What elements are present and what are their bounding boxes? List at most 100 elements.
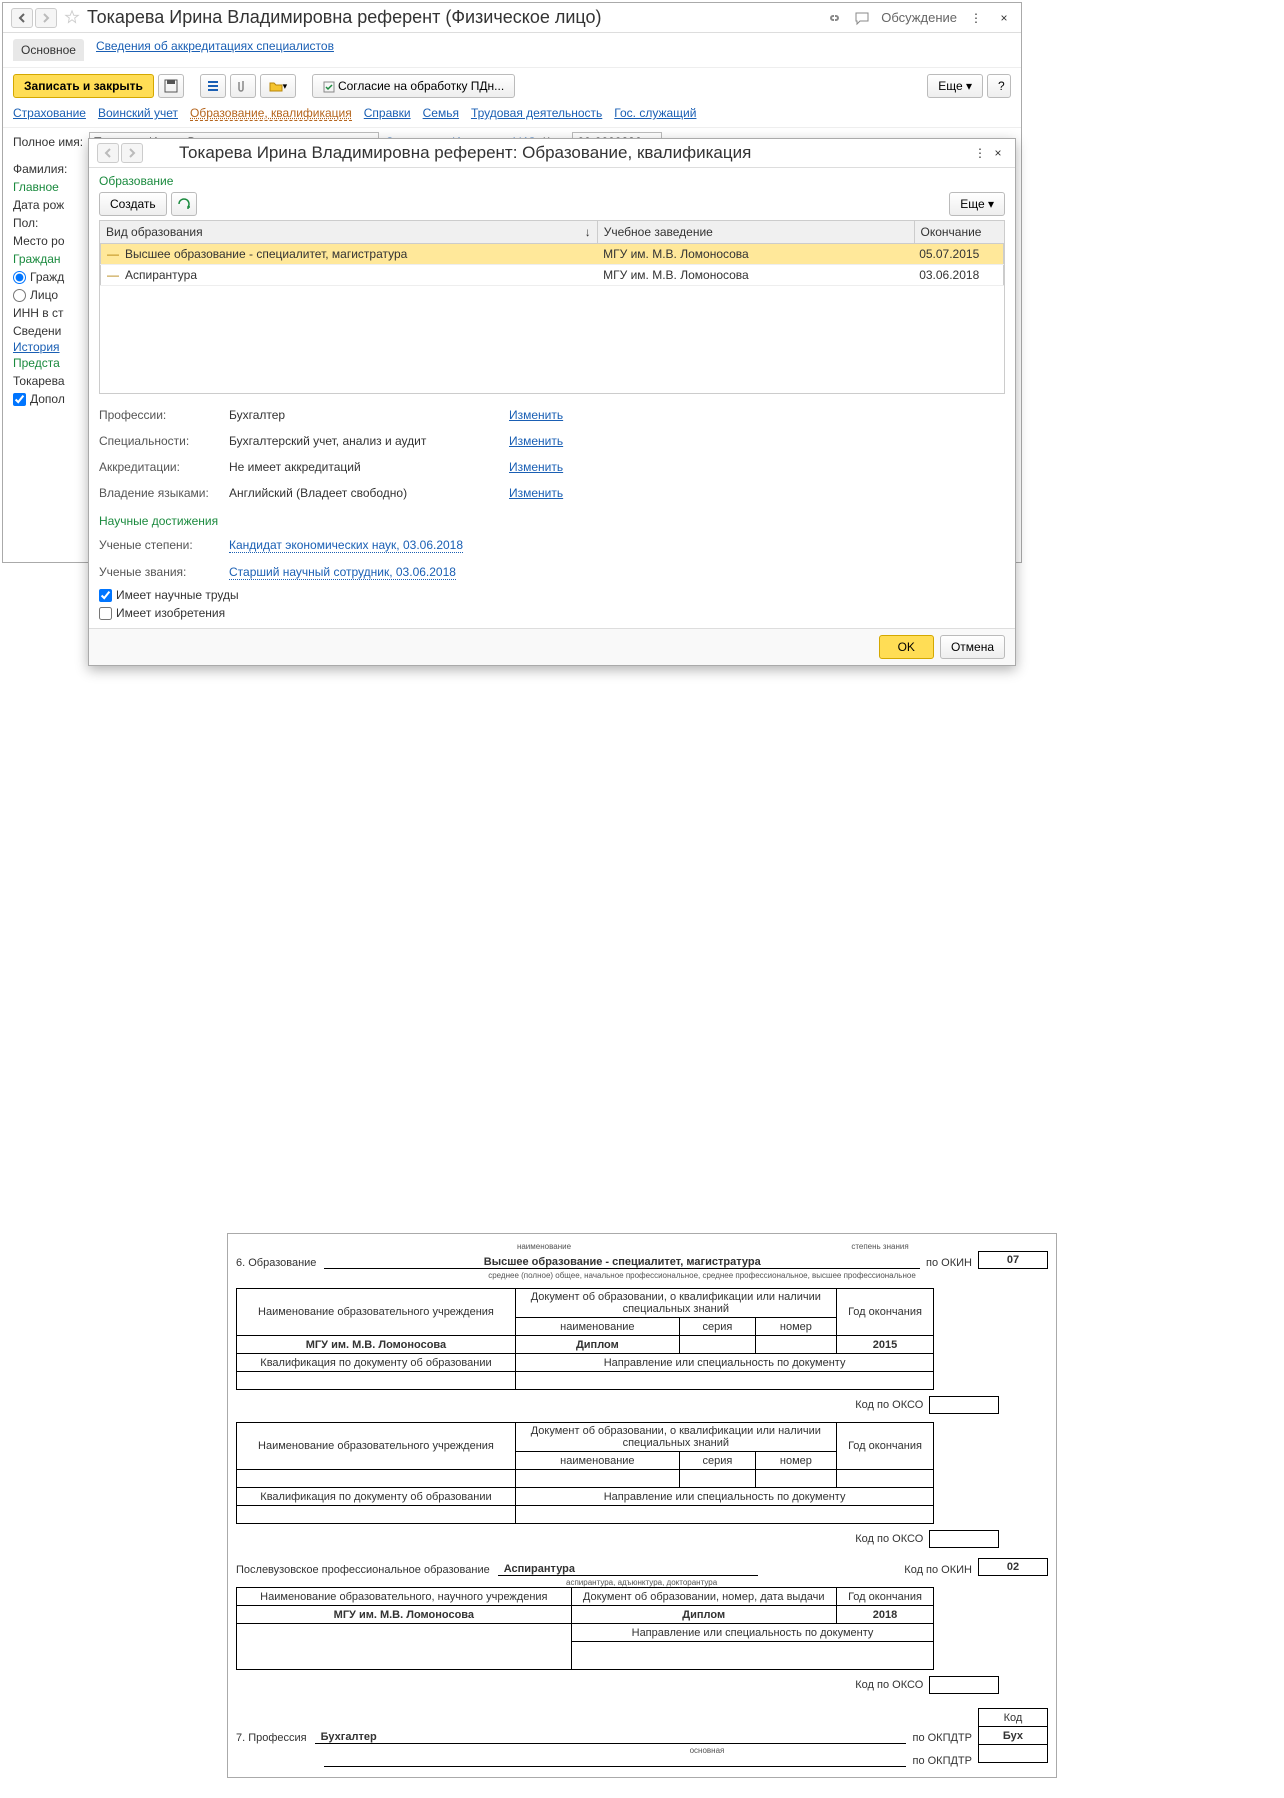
sub-title: Токарева Ирина Владимировна референт: Об…	[179, 143, 971, 163]
t2-okso-box-1	[929, 1396, 999, 1414]
main-toolbar: Записать и закрыть ▾ Согласие на обработ…	[3, 68, 1021, 104]
check-addl[interactable]	[13, 393, 26, 406]
tab-main[interactable]: Основное	[13, 39, 84, 61]
nav-back-button[interactable]	[11, 8, 33, 28]
nav-forward-button[interactable]	[35, 8, 57, 28]
ok-button[interactable]: OK	[879, 635, 934, 659]
save-button[interactable]	[158, 74, 184, 98]
tab-gov[interactable]: Гос. служащий	[614, 106, 696, 121]
t2-okpdtr-label-1: по ОКПДТР	[906, 1732, 978, 1744]
refresh-button[interactable]	[171, 192, 197, 216]
main-tabs: Основное Сведения об аккредитациях специ…	[3, 33, 1021, 68]
t2-profession-value: Бухгалтер	[315, 1731, 907, 1744]
tab-insurance[interactable]: Страхование	[13, 106, 86, 121]
achievements-head: Научные достижения	[99, 514, 1005, 528]
col-end[interactable]: Окончание	[914, 221, 1005, 244]
sub-nav-back[interactable]	[97, 143, 119, 163]
sub-titlebar: Токарева Ирина Владимировна референт: Об…	[89, 139, 1015, 168]
discuss-link[interactable]: Обсуждение	[881, 10, 957, 25]
accred-change[interactable]: Изменить	[509, 460, 563, 474]
sub-nav-forward[interactable]	[121, 143, 143, 163]
education-window: Токарева Ирина Владимировна референт: Об…	[88, 138, 1016, 666]
specialties-label: Специальности:	[99, 434, 229, 448]
tab-military[interactable]: Воинский учет	[98, 106, 178, 121]
lang-change[interactable]: Изменить	[509, 486, 563, 500]
t2-postgrad-row: Послевузовское профессиональное образова…	[236, 1558, 1048, 1576]
t2-okpdtr-label-2: по ОКПДТР	[906, 1755, 978, 1767]
tab-family[interactable]: Семья	[423, 106, 459, 121]
create-button[interactable]: Создать	[99, 192, 167, 216]
list-button[interactable]	[200, 74, 226, 98]
check-inventions[interactable]	[99, 607, 112, 620]
sub-toolbar: Создать Еще ▾	[99, 192, 1005, 216]
t2-table3: Наименование образовательного, научного …	[236, 1587, 934, 1670]
t2-caption-level: степень знания	[712, 1242, 1048, 1251]
tab-refs[interactable]: Справки	[364, 106, 411, 121]
link-icon[interactable]	[825, 9, 843, 27]
t2-okso-label-2: Код по ОКСО	[849, 1533, 929, 1545]
t2-okin-label: по ОКИН	[920, 1257, 978, 1269]
consent-button[interactable]: Согласие на обработку ПДн...	[312, 74, 515, 98]
t2-okin-postgrad-value: 02	[978, 1558, 1048, 1576]
cancel-button[interactable]: Отмена	[940, 635, 1005, 659]
window-title: Токарева Ирина Владимировна референт (Фи…	[87, 7, 825, 28]
tab-education[interactable]: Образование, квалификация	[190, 106, 352, 121]
table-row[interactable]: АспирантураМГУ им. М.В. Ломоносова03.06.…	[101, 265, 1004, 286]
t2-section7-label: 7. Профессия	[236, 1732, 315, 1744]
sub-more-button[interactable]: Еще ▾	[949, 192, 1005, 216]
degrees-label: Ученые степени:	[99, 538, 229, 552]
col-type[interactable]: Вид образования↓	[100, 221, 598, 244]
radio-citizen[interactable]	[13, 271, 26, 284]
check-works-label: Имеет научные труды	[116, 588, 239, 602]
t2-section6-row: 6. Образование Высшее образование - спец…	[236, 1251, 1048, 1269]
degrees-link[interactable]: Кандидат экономических наук, 03.06.2018	[229, 538, 463, 553]
radio-person-label: Лицо	[30, 288, 58, 302]
radio-person[interactable]	[13, 289, 26, 302]
t2-postgrad-label: Послевузовское профессиональное образова…	[236, 1564, 498, 1576]
t2-table2: Наименование образовательного учреждения…	[236, 1422, 934, 1524]
titles-link[interactable]: Старший научный сотрудник, 03.06.2018	[229, 565, 456, 580]
t2-okin-value: 07	[978, 1251, 1048, 1269]
education-table: Вид образования↓ Учебное заведение Оконч…	[99, 220, 1005, 244]
help-button[interactable]: ?	[987, 74, 1011, 98]
main-titlebar: Токарева Ирина Владимировна референт (Фи…	[3, 3, 1021, 33]
check-inventions-label: Имеет изобретения	[116, 606, 225, 620]
tab-accreditation[interactable]: Сведения об аккредитациях специалистов	[96, 39, 334, 61]
close-icon[interactable]: ×	[995, 9, 1013, 27]
attach-button[interactable]	[230, 74, 256, 98]
titles-label: Ученые звания:	[99, 565, 229, 579]
specialties-change[interactable]: Изменить	[509, 434, 563, 448]
save-close-button[interactable]: Записать и закрыть	[13, 74, 154, 98]
t2-postgrad-value: Аспирантура	[498, 1563, 758, 1576]
professions-value: Бухгалтер	[229, 408, 509, 422]
t2-table1: Наименование образовательного учреждения…	[236, 1288, 934, 1390]
sub-more-icon[interactable]: ⋮	[971, 144, 989, 162]
t2-section6-label: 6. Образование	[236, 1257, 324, 1269]
discuss-icon[interactable]	[853, 9, 871, 27]
t2-okso-label-1: Код по ОКСО	[849, 1399, 929, 1411]
lang-value: Английский (Владеет свободно)	[229, 486, 509, 500]
t2-profession-caption: основная	[436, 1746, 978, 1755]
sub-close-icon[interactable]: ×	[989, 144, 1007, 162]
t2-postgrad-caption: аспирантура, адъюнктура, докторантура	[566, 1578, 1048, 1587]
education-section-head: Образование	[99, 174, 1005, 188]
specialties-value: Бухгалтерский учет, анализ и аудит	[229, 434, 509, 448]
accred-value: Не имеет аккредитаций	[229, 460, 509, 474]
professions-label: Профессии:	[99, 408, 229, 422]
fullname-label: Полное имя:	[13, 135, 83, 149]
t2-okso-box-3	[929, 1676, 999, 1694]
folder-button[interactable]: ▾	[260, 74, 296, 98]
col-institution[interactable]: Учебное заведение	[597, 221, 914, 244]
t2-okin-postgrad-label: Код по ОКИН	[898, 1564, 978, 1576]
accred-label: Аккредитации:	[99, 460, 229, 474]
professions-change[interactable]: Изменить	[509, 408, 563, 422]
link-tabs: Страхование Воинский учет Образование, к…	[3, 104, 1021, 128]
check-works[interactable]	[99, 589, 112, 602]
table-row[interactable]: Высшее образование - специалитет, магист…	[101, 244, 1004, 265]
t2-okso-box-2	[929, 1530, 999, 1548]
t2-edu-subcaption: среднее (полное) общее, начальное профес…	[356, 1271, 1048, 1280]
more-menu-icon[interactable]: ⋮	[967, 9, 985, 27]
tab-labor[interactable]: Трудовая деятельность	[471, 106, 602, 121]
more-button[interactable]: Еще ▾	[927, 74, 983, 98]
star-icon[interactable]	[63, 9, 81, 27]
